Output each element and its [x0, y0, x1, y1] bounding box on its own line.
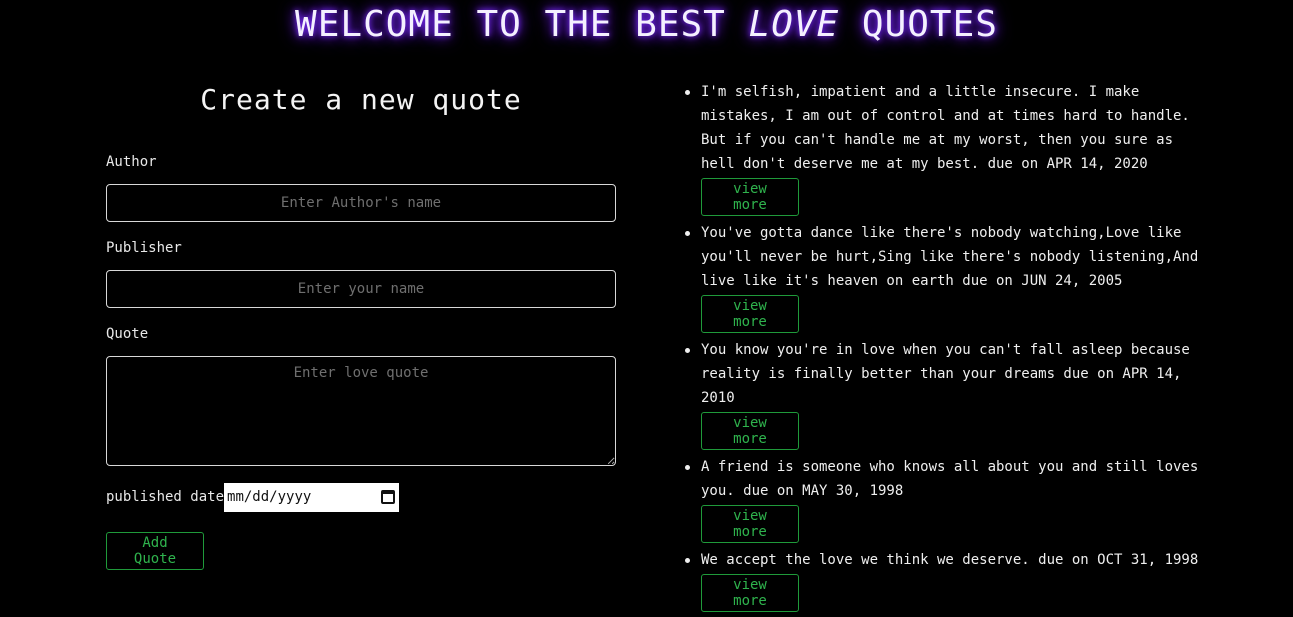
date-format-text: mm/dd/yyyy [227, 489, 312, 505]
view-more-button[interactable]: view more [701, 412, 799, 450]
quote-text: You've gotta dance like there's nobody w… [701, 225, 1199, 289]
author-label: Author [106, 154, 157, 170]
quote-list-item: You've gotta dance like there's nobody w… [685, 221, 1221, 333]
quote-label: Quote [106, 326, 149, 342]
title-suffix: QUOTES [839, 4, 998, 45]
published-date-row: published date mm/dd/yyyy [106, 482, 400, 512]
view-more-button[interactable]: view more [701, 178, 799, 216]
title-prefix: WELCOME TO THE BEST [295, 4, 749, 45]
quote-text: I'm selfish, impatient and a little inse… [701, 84, 1190, 172]
view-more-button[interactable]: view more [701, 505, 799, 543]
published-date-label: published date [106, 489, 225, 505]
page-title: WELCOME TO THE BEST LOVE QUOTES [0, 0, 1293, 50]
quote-list-item: I'm selfish, impatient and a little inse… [685, 80, 1221, 216]
quote-text: You know you're in love when you can't f… [701, 342, 1190, 406]
view-more-button[interactable]: view more [701, 574, 799, 612]
add-quote-button[interactable]: Add Quote [106, 532, 204, 570]
quote-list-item: You know you're in love when you can't f… [685, 338, 1221, 450]
quote-text: A friend is someone who knows all about … [701, 459, 1199, 499]
create-quote-form: Create a new quote Author Publisher Quot… [106, 80, 616, 570]
quote-list: I'm selfish, impatient and a little inse… [685, 80, 1221, 617]
publisher-label: Publisher [106, 240, 182, 256]
publisher-input[interactable] [106, 270, 616, 308]
quote-list-item: A friend is someone who knows all about … [685, 455, 1221, 543]
quote-text: We accept the love we think we deserve. … [701, 552, 1199, 568]
quote-list-item: We accept the love we think we deserve. … [685, 548, 1221, 612]
title-emphasis: LOVE [748, 4, 840, 45]
calendar-icon[interactable] [381, 490, 396, 504]
author-input[interactable] [106, 184, 616, 222]
quote-textarea[interactable] [106, 356, 616, 466]
published-date-input[interactable]: mm/dd/yyyy [224, 482, 400, 512]
form-heading: Create a new quote [200, 83, 522, 116]
view-more-button[interactable]: view more [701, 295, 799, 333]
